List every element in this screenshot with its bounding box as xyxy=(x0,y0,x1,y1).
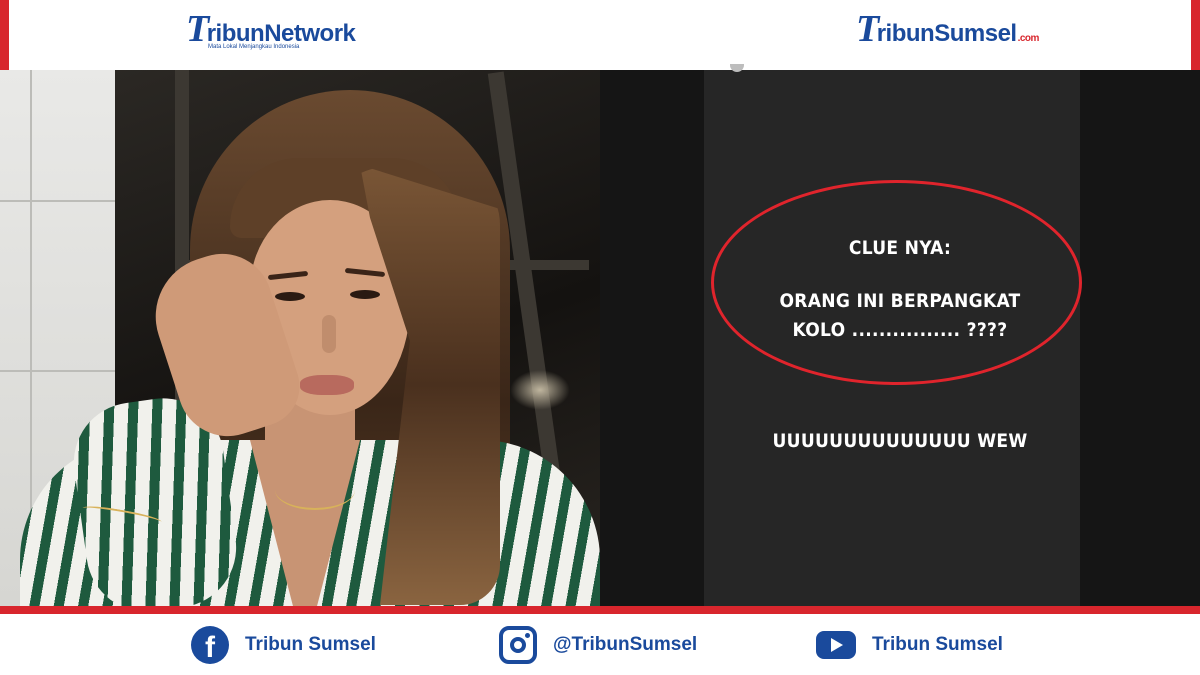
red-highlight-ellipse xyxy=(711,180,1082,385)
youtube-link[interactable]: Tribun Sumsel xyxy=(816,626,1003,664)
necklace xyxy=(275,470,355,510)
instagram-link[interactable]: @TribunSumsel xyxy=(499,626,697,664)
facebook-label[interactable]: Tribun Sumsel xyxy=(245,634,376,656)
social-footer: f Tribun Sumsel @TribunSumsel Tribun Sum… xyxy=(0,614,1200,675)
reaction-text: UUUUUUUUUUUUUU WEW xyxy=(772,430,1028,452)
tribun-sumsel-logo[interactable]: T ribunSumsel .com xyxy=(856,8,1040,50)
facebook-link[interactable]: f Tribun Sumsel xyxy=(191,626,376,664)
logo-mark: T xyxy=(856,8,879,50)
nose xyxy=(322,315,336,353)
footer-red-divider xyxy=(0,606,1200,614)
woman-selfie-photo xyxy=(0,70,600,606)
instagram-label[interactable]: @TribunSumsel xyxy=(553,634,697,656)
logo-tagline: Mata Lokal Menjangkau Indonesia xyxy=(208,44,300,50)
lips xyxy=(300,375,354,395)
logo-suffix: .com xyxy=(1017,33,1040,44)
logo-mark: T xyxy=(186,8,209,50)
facebook-icon[interactable]: f xyxy=(191,626,229,664)
eye xyxy=(350,290,380,299)
header-bar: T ribunNetwork Mata Lokal Menjangkau Ind… xyxy=(0,0,1200,70)
eye xyxy=(275,292,305,301)
instagram-lens xyxy=(510,637,526,653)
instagram-flash xyxy=(525,633,530,638)
instagram-icon[interactable] xyxy=(499,626,537,664)
header-left-accent xyxy=(0,0,9,70)
tile-line xyxy=(0,200,115,202)
youtube-play xyxy=(831,638,843,652)
shelf-light xyxy=(510,370,570,410)
tile-line xyxy=(0,370,115,372)
youtube-label[interactable]: Tribun Sumsel xyxy=(872,634,1003,656)
logo-name: ribunNetwork xyxy=(206,20,356,47)
tribun-network-logo[interactable]: T ribunNetwork Mata Lokal Menjangkau Ind… xyxy=(186,8,356,50)
logo-name: ribunSumsel xyxy=(876,20,1017,47)
youtube-icon[interactable] xyxy=(816,631,856,659)
header-right-accent xyxy=(1191,0,1200,70)
